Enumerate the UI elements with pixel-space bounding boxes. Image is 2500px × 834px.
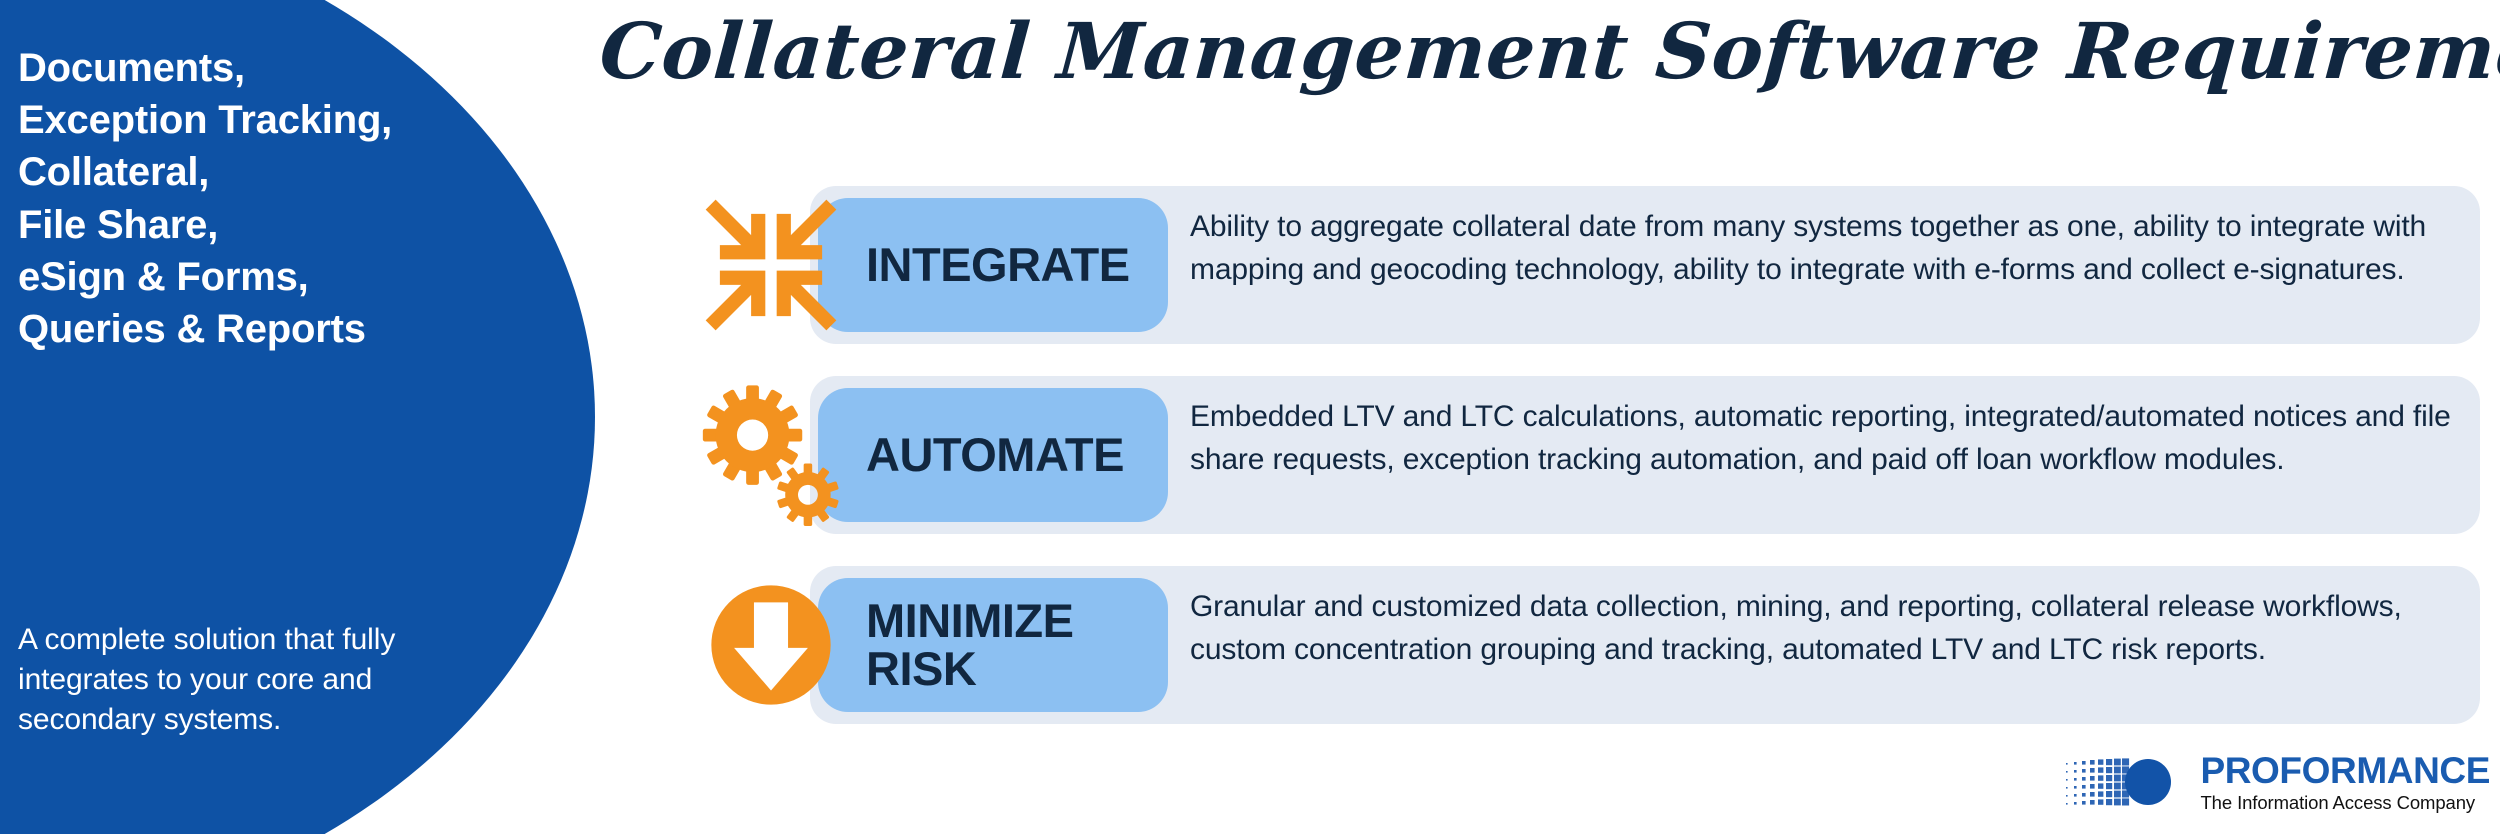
headline-line: Queries & Reports bbox=[18, 306, 366, 351]
requirement-row: AUTOMATE Embedded LTV and LTC calculatio… bbox=[690, 376, 2480, 534]
gears-icon bbox=[700, 382, 842, 528]
requirements-list: INTEGRATE Ability to aggregate collatera… bbox=[690, 186, 2480, 724]
row-label-pill: INTEGRATE bbox=[818, 198, 1168, 332]
row-description: Ability to aggregate collateral date fro… bbox=[1190, 210, 2427, 286]
logo-text-block: PROFORMANCE The Information Access Compa… bbox=[2200, 752, 2490, 814]
row-label-line: MINIMIZE bbox=[866, 594, 1074, 648]
compress-arrows-icon bbox=[700, 192, 842, 338]
left-subtext: A complete solution that fully integrate… bbox=[18, 623, 396, 736]
row-description: Embedded LTV and LTC calculations, autom… bbox=[1190, 400, 2451, 476]
row-label-line: INTEGRATE bbox=[866, 238, 1130, 292]
row-description: Granular and customized data collection,… bbox=[1190, 590, 2402, 666]
row-label-pill: AUTOMATE bbox=[818, 388, 1168, 522]
left-panel: Documents, Exception Tracking, Collatera… bbox=[0, 0, 460, 834]
down-arrow-circle-icon bbox=[700, 572, 842, 718]
row-label-pill: MINIMIZE RISK bbox=[818, 578, 1168, 712]
logo-company-name: PROFORMANCE bbox=[2200, 749, 2490, 791]
row-label: AUTOMATE bbox=[818, 431, 1124, 479]
proformance-logo: PROFORMANCE The Information Access Compa… bbox=[2064, 752, 2490, 814]
row-label-line: AUTOMATE bbox=[866, 428, 1124, 482]
logo-tagline: The Information Access Company bbox=[2200, 791, 2476, 813]
page-title: Collateral Management Software Requireme… bbox=[596, 7, 2500, 97]
headline-line: Exception Tracking, bbox=[18, 98, 393, 143]
headline-line: Collateral, bbox=[18, 150, 210, 195]
left-headline: Documents, Exception Tracking, Collatera… bbox=[18, 42, 448, 355]
infographic-canvas: Documents, Exception Tracking, Collatera… bbox=[0, 0, 2500, 834]
headline-line: eSign & Forms, bbox=[18, 254, 309, 299]
headline-line: Documents, bbox=[18, 46, 245, 90]
row-label: INTEGRATE bbox=[818, 241, 1130, 289]
row-label-line: RISK bbox=[866, 642, 977, 695]
requirement-row: INTEGRATE Ability to aggregate collatera… bbox=[690, 186, 2480, 344]
row-label: MINIMIZE RISK bbox=[818, 594, 1074, 695]
requirement-row: MINIMIZE RISK Granular and customized da… bbox=[690, 566, 2480, 724]
headline-line: File Share, bbox=[18, 202, 219, 247]
dot-matrix-circle-logo-mark bbox=[2064, 755, 2190, 811]
